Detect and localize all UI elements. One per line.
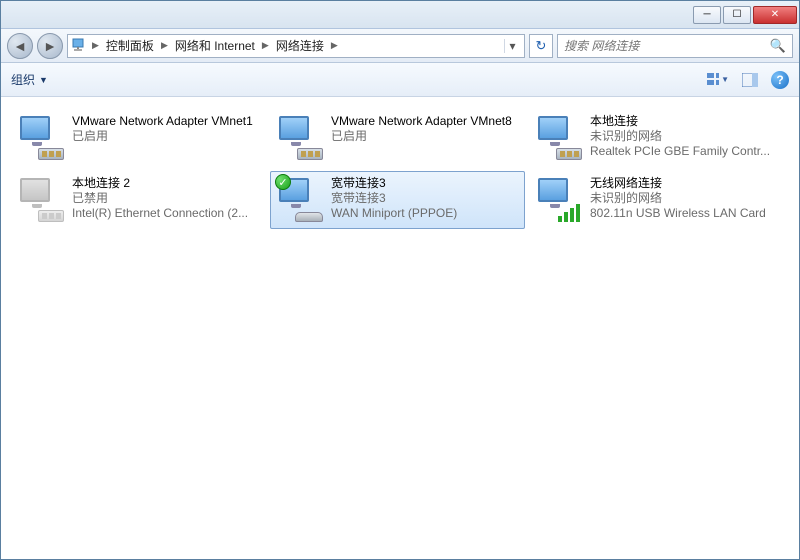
search-input[interactable] xyxy=(564,39,770,53)
connection-name: 宽带连接3 xyxy=(331,176,518,191)
connection-name: 本地连接 2 xyxy=(72,176,259,191)
breadcrumb-segment[interactable]: 网络连接 xyxy=(273,37,327,54)
back-button[interactable]: ◄ xyxy=(7,33,33,59)
connection-name: VMware Network Adapter VMnet8 xyxy=(331,114,518,129)
close-button[interactable]: ✕ xyxy=(753,6,797,24)
maximize-button[interactable]: ☐ xyxy=(723,6,751,24)
forward-button[interactable]: ► xyxy=(37,33,63,59)
items-area: VMware Network Adapter VMnet1已启用VMware N… xyxy=(1,97,799,241)
connection-item[interactable]: ✓宽带连接3宽带连接3WAN Miniport (PPPOE) xyxy=(270,171,525,229)
network-icon xyxy=(72,38,88,54)
chevron-down-icon: ▼ xyxy=(721,75,729,84)
breadcrumb-segment[interactable]: 控制面板 xyxy=(103,37,157,54)
connection-device: Realtek PCIe GBE Family Contr... xyxy=(590,144,777,159)
connection-icon xyxy=(18,114,66,162)
nav-bar: ◄ ► ▶ 控制面板 ▶ 网络和 Internet ▶ 网络连接 ▶ ▾ ↻ 🔍 xyxy=(1,29,799,63)
connection-status: 已启用 xyxy=(331,129,518,144)
connection-item[interactable]: 本地连接 2已禁用Intel(R) Ethernet Connection (2… xyxy=(11,171,266,229)
minimize-button[interactable]: ─ xyxy=(693,6,721,24)
connection-status: 已禁用 xyxy=(72,191,259,206)
connection-icon xyxy=(277,114,325,162)
command-toolbar: 组织 ▼ ▼ ? xyxy=(1,63,799,97)
connection-icon xyxy=(536,114,584,162)
connection-device: 802.11n USB Wireless LAN Card xyxy=(590,206,777,221)
chevron-down-icon: ▼ xyxy=(39,75,48,85)
chevron-right-icon: ▶ xyxy=(260,40,271,51)
breadcrumb-segment[interactable]: 网络和 Internet xyxy=(172,37,258,54)
organize-label: 组织 xyxy=(11,71,35,88)
organize-menu[interactable]: 组织 ▼ xyxy=(11,71,48,88)
connection-item[interactable]: VMware Network Adapter VMnet1已启用 xyxy=(11,109,266,167)
connection-name: 本地连接 xyxy=(590,114,777,129)
address-bar[interactable]: ▶ 控制面板 ▶ 网络和 Internet ▶ 网络连接 ▶ ▾ xyxy=(67,34,525,58)
window-titlebar: ─ ☐ ✕ xyxy=(1,1,799,29)
checkmark-badge-icon: ✓ xyxy=(275,174,291,190)
connection-status: 未识别的网络 xyxy=(590,191,777,206)
connection-name: VMware Network Adapter VMnet1 xyxy=(72,114,259,129)
connection-item[interactable]: 本地连接未识别的网络Realtek PCIe GBE Family Contr.… xyxy=(529,109,784,167)
connection-icon xyxy=(18,176,66,224)
connection-item[interactable]: VMware Network Adapter VMnet8已启用 xyxy=(270,109,525,167)
connection-icon xyxy=(536,176,584,224)
connection-device: Intel(R) Ethernet Connection (2... xyxy=(72,206,259,221)
connection-status: 宽带连接3 xyxy=(331,191,518,206)
search-icon: 🔍 xyxy=(770,38,786,54)
connection-item[interactable]: 无线网络连接未识别的网络802.11n USB Wireless LAN Car… xyxy=(529,171,784,229)
connection-status: 已启用 xyxy=(72,129,259,144)
connection-name: 无线网络连接 xyxy=(590,176,777,191)
chevron-right-icon: ▶ xyxy=(159,40,170,51)
connection-status: 未识别的网络 xyxy=(590,129,777,144)
chevron-right-icon: ▶ xyxy=(90,40,101,51)
connection-device: WAN Miniport (PPPOE) xyxy=(331,206,518,221)
refresh-button[interactable]: ↻ xyxy=(529,34,553,58)
preview-pane-button[interactable] xyxy=(739,69,761,91)
help-button[interactable]: ? xyxy=(771,71,789,89)
view-options-button[interactable]: ▼ xyxy=(707,69,729,91)
search-box[interactable]: 🔍 xyxy=(557,34,793,58)
address-dropdown-button[interactable]: ▾ xyxy=(504,39,520,53)
chevron-right-icon: ▶ xyxy=(329,40,340,51)
connection-icon: ✓ xyxy=(277,176,325,224)
